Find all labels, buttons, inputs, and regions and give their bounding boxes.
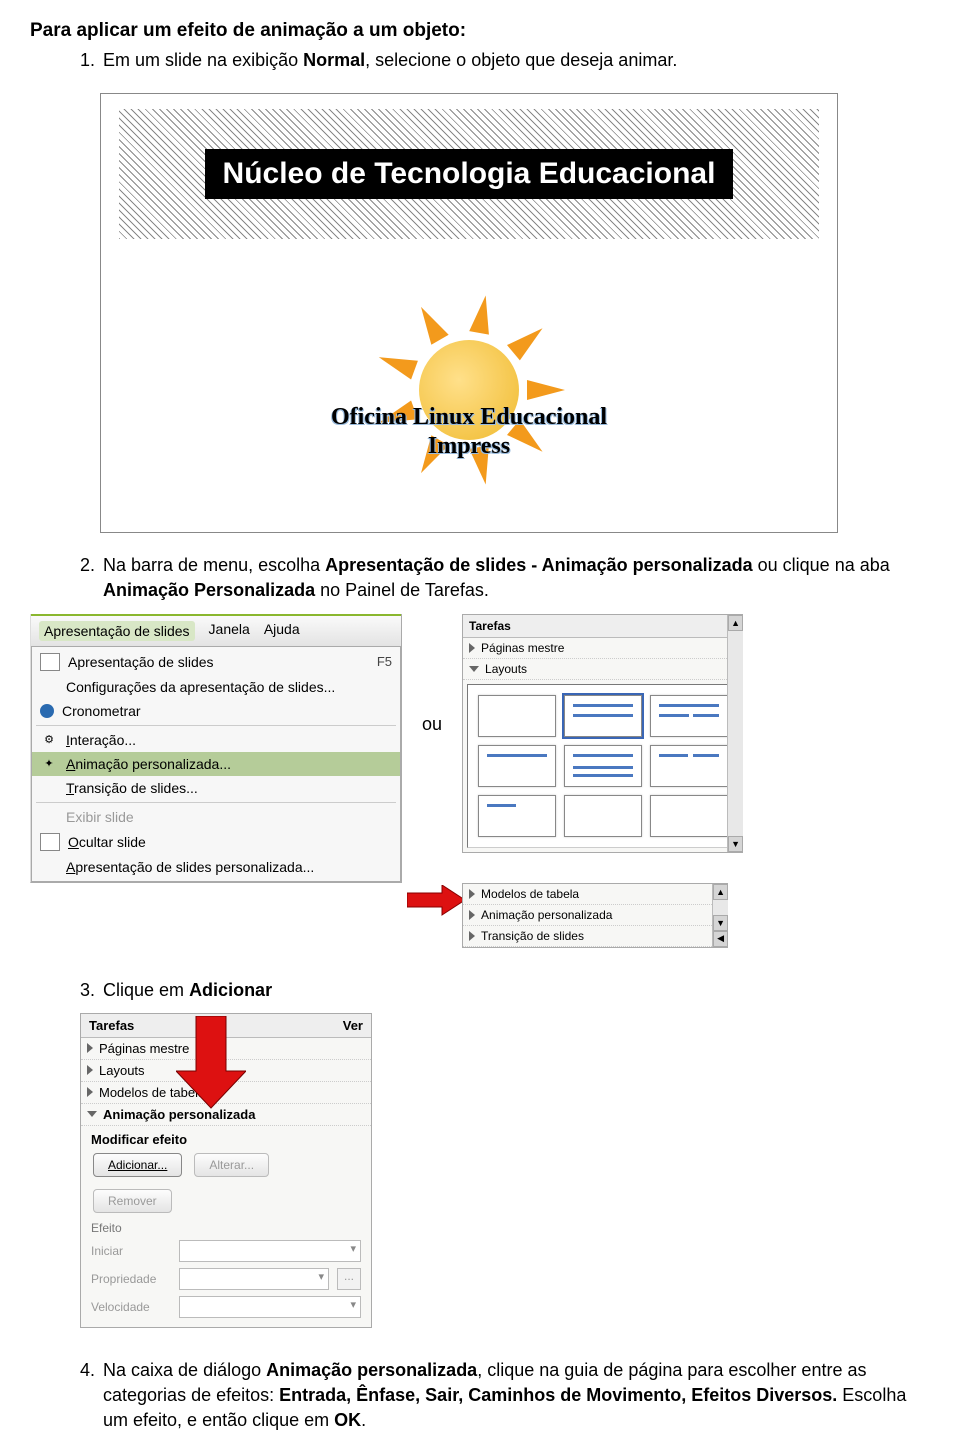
scrollbar[interactable]: ▲ ▼ ◀ — [712, 884, 728, 947]
alter-button: Alterar... — [194, 1153, 269, 1177]
separator — [36, 725, 396, 726]
blank-icon — [40, 859, 58, 875]
task-pane-stack: Tarefas Páginas mestre Layouts ▲ — [462, 614, 743, 948]
view-link[interactable]: Ver — [343, 1018, 363, 1033]
clock-icon — [40, 704, 54, 718]
menu-item-transition[interactable]: Transição de slides... — [32, 776, 400, 800]
step-4: 4. Na caixa de diálogo Animação personal… — [80, 1358, 930, 1434]
animation-icon: ✦ — [40, 756, 58, 772]
interaction-icon: ⚙ — [40, 732, 58, 748]
scroll-left-icon[interactable]: ◀ — [713, 931, 728, 947]
step-text: Em um slide na exibição Normal, selecion… — [103, 48, 677, 73]
menu-item-custom-show[interactable]: Apresentação de slides personalizada... — [32, 855, 400, 879]
menu-item-hide-slide[interactable]: Ocultar slide — [32, 829, 400, 855]
menu-item-show-slide: Exibir slide — [32, 805, 400, 829]
property-options-button[interactable]: ... — [337, 1268, 361, 1290]
task-pane-effects: Tarefas Ver Páginas mestre Layouts Model… — [80, 1013, 372, 1328]
pane-row-anim[interactable]: Animação personalizada — [463, 905, 728, 926]
figure-row-add: Tarefas Ver Páginas mestre Layouts Model… — [80, 1013, 930, 1328]
hide-icon — [40, 833, 60, 851]
property-select[interactable] — [179, 1268, 329, 1290]
step-number: 3. — [80, 978, 95, 1003]
menu-item-interaction[interactable]: ⚙ Interação... — [32, 728, 400, 752]
scroll-up-icon[interactable]: ▲ — [728, 615, 743, 631]
step-number: 2. — [80, 553, 95, 603]
sun-graphic: Oficina Linux Educacional Impress — [119, 257, 819, 522]
layout-thumb[interactable] — [478, 695, 556, 737]
menu-item-custom-animation[interactable]: ✦ Animação personalizada... — [32, 752, 400, 776]
menu-item-present[interactable]: Apresentação de slides F5 — [32, 649, 400, 675]
field-speed: Velocidade — [91, 1293, 361, 1321]
layout-thumb[interactable] — [650, 795, 728, 837]
field-start: Iniciar — [91, 1237, 361, 1265]
menu-slideshow[interactable]: Apresentação de slides — [39, 621, 195, 641]
task-pane-bottom-wrap: Modelos de tabela Animação personalizada… — [462, 883, 728, 948]
red-arrow-down-icon — [176, 1016, 246, 1111]
speed-select[interactable] — [179, 1296, 361, 1318]
menu-window[interactable]: Janela — [209, 621, 250, 641]
dropdown: Apresentação de slides F5 Configurações … — [31, 646, 401, 882]
pane-row-trans[interactable]: Transição de slides — [463, 926, 728, 947]
step-text: Na barra de menu, escolha Apresentação d… — [103, 553, 930, 603]
hatched-band: Núcleo de Tecnologia Educacional — [119, 109, 819, 239]
blank-icon — [40, 780, 58, 796]
step-1: 1. Em um slide na exibição Normal, selec… — [80, 48, 930, 73]
layout-thumb[interactable] — [478, 745, 556, 787]
scroll-down-icon[interactable]: ▼ — [713, 915, 728, 931]
pane-row-layouts[interactable]: Layouts — [463, 659, 743, 680]
layout-thumb[interactable] — [564, 795, 642, 837]
step-3: 3. Clique em Adicionar — [80, 978, 930, 1003]
layout-grid — [467, 684, 739, 848]
pane-title: Tarefas — [463, 615, 743, 638]
separator — [36, 802, 396, 803]
sun-caption: Oficina Linux Educacional Impress — [119, 319, 819, 460]
document-page: Para aplicar um efeito de animação a um … — [0, 0, 960, 1453]
pane-row-tables[interactable]: Modelos de tabela — [463, 884, 728, 905]
step-number: 4. — [80, 1358, 95, 1434]
menu-help[interactable]: Ajuda — [264, 621, 300, 641]
menu-item-timer[interactable]: Cronometrar — [32, 699, 400, 723]
menubar: Apresentação de slides Janela Ajuda — [31, 614, 401, 646]
scrollbar[interactable]: ▲ ▼ — [727, 615, 743, 852]
layout-thumb[interactable] — [564, 695, 642, 737]
step-2: 2. Na barra de menu, escolha Apresentaçã… — [80, 553, 930, 603]
heading: Para aplicar um efeito de animação a um … — [30, 20, 930, 42]
effect-label: Efeito — [91, 1219, 361, 1237]
layout-thumb[interactable] — [650, 745, 728, 787]
slideshow-menu: Apresentação de slides Janela Ajuda Apre… — [30, 614, 402, 883]
task-pane-bottom: Modelos de tabela Animação personalizada… — [462, 883, 728, 948]
slide-banner: Núcleo de Tecnologia Educacional — [205, 149, 734, 199]
layout-thumb[interactable] — [564, 745, 642, 787]
slide-preview: Núcleo de Tecnologia Educacional Oficina… — [100, 93, 838, 533]
blank-icon — [40, 809, 58, 825]
task-pane-layouts: Tarefas Páginas mestre Layouts ▲ — [462, 614, 743, 853]
section-title: Modificar efeito — [91, 1132, 187, 1147]
remove-button: Remover — [93, 1189, 172, 1213]
start-select[interactable] — [179, 1240, 361, 1262]
blank-icon — [40, 679, 58, 695]
layout-thumb[interactable] — [650, 695, 728, 737]
pane-row-master[interactable]: Páginas mestre — [463, 638, 743, 659]
present-icon — [40, 653, 60, 671]
modify-effect-section: Modificar efeito Adicionar... Alterar...… — [81, 1126, 371, 1327]
field-property: Propriedade ... — [91, 1265, 361, 1293]
figure-row-menus: Apresentação de slides Janela Ajuda Apre… — [30, 614, 930, 948]
scroll-up-icon[interactable]: ▲ — [713, 884, 728, 900]
add-button[interactable]: Adicionar... — [93, 1153, 182, 1177]
scroll-down-icon[interactable]: ▼ — [728, 836, 743, 852]
or-text: ou — [422, 714, 442, 735]
step-text: Clique em Adicionar — [103, 978, 272, 1003]
menu-item-config[interactable]: Configurações da apresentação de slides.… — [32, 675, 400, 699]
layout-thumb[interactable] — [478, 795, 556, 837]
red-arrow-right-icon — [407, 885, 467, 925]
step-number: 1. — [80, 48, 95, 73]
step-text: Na caixa de diálogo Animação personaliza… — [103, 1358, 930, 1434]
